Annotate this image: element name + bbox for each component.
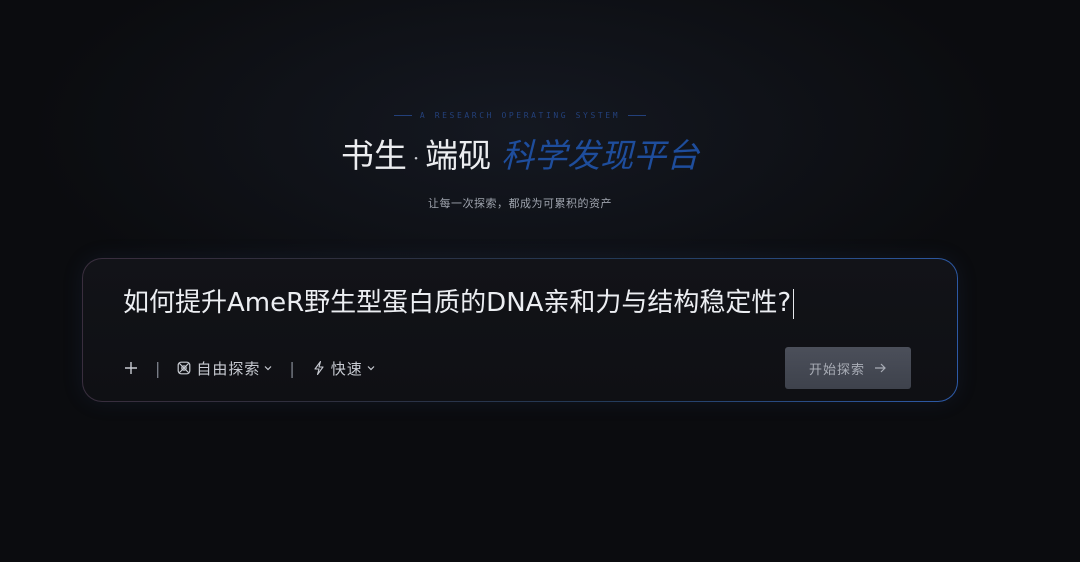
hero-subtitle: 让每一次探索，都成为可累积的资产: [428, 197, 612, 210]
tagline-right-dash: [628, 115, 647, 116]
toolbar-separator: |: [155, 358, 161, 378]
hero-title: 书生 · 端砚 科学发现平台: [0, 134, 1040, 180]
tagline-text: A RESEARCH OPERATING SYSTEM: [419, 111, 621, 120]
title-dot: ·: [412, 146, 420, 170]
title-brand-2: 端砚: [425, 136, 492, 175]
mode-dropdown[interactable]: 自由探索: [176, 358, 273, 379]
chevron-down-icon: [367, 366, 375, 371]
plus-icon: [125, 362, 137, 374]
mode-label: 自由探索: [196, 359, 261, 378]
hero-tagline: A RESEARCH OPERATING SYSTEM: [0, 111, 1040, 120]
page: A RESEARCH OPERATING SYSTEM 书生 · 端砚 科学发现平台 …: [0, 0, 1080, 562]
title-accent: 科学发现平台: [501, 136, 700, 175]
speed-label: 快速: [330, 359, 363, 378]
toolbar-separator: |: [289, 358, 295, 378]
search-panel-inner: 如何提升AmeR野生型蛋白质的DNA亲和力与结构稳定性? | 自由探索 | 快速…: [83, 259, 957, 401]
chevron-down-icon: [264, 366, 272, 371]
add-button[interactable]: [123, 360, 139, 376]
title-brand-1: 书生: [340, 136, 407, 175]
tagline-left-dash: [393, 115, 412, 116]
atom-icon: [177, 361, 191, 375]
search-panel: 如何提升AmeR野生型蛋白质的DNA亲和力与结构稳定性? | 自由探索 | 快速…: [82, 258, 958, 402]
speed-dropdown[interactable]: 快速: [311, 358, 376, 379]
start-explore-button[interactable]: 开始探索: [785, 347, 911, 389]
query-input[interactable]: 如何提升AmeR野生型蛋白质的DNA亲和力与结构稳定性?: [123, 283, 917, 323]
text-caret: [793, 288, 795, 319]
arrow-right-icon: [875, 363, 886, 373]
query-text: 如何提升AmeR野生型蛋白质的DNA亲和力与结构稳定性?: [123, 288, 792, 318]
start-explore-label: 开始探索: [808, 362, 865, 378]
lightning-icon: [314, 360, 324, 376]
search-toolbar: | 自由探索 | 快速: [123, 353, 376, 383]
